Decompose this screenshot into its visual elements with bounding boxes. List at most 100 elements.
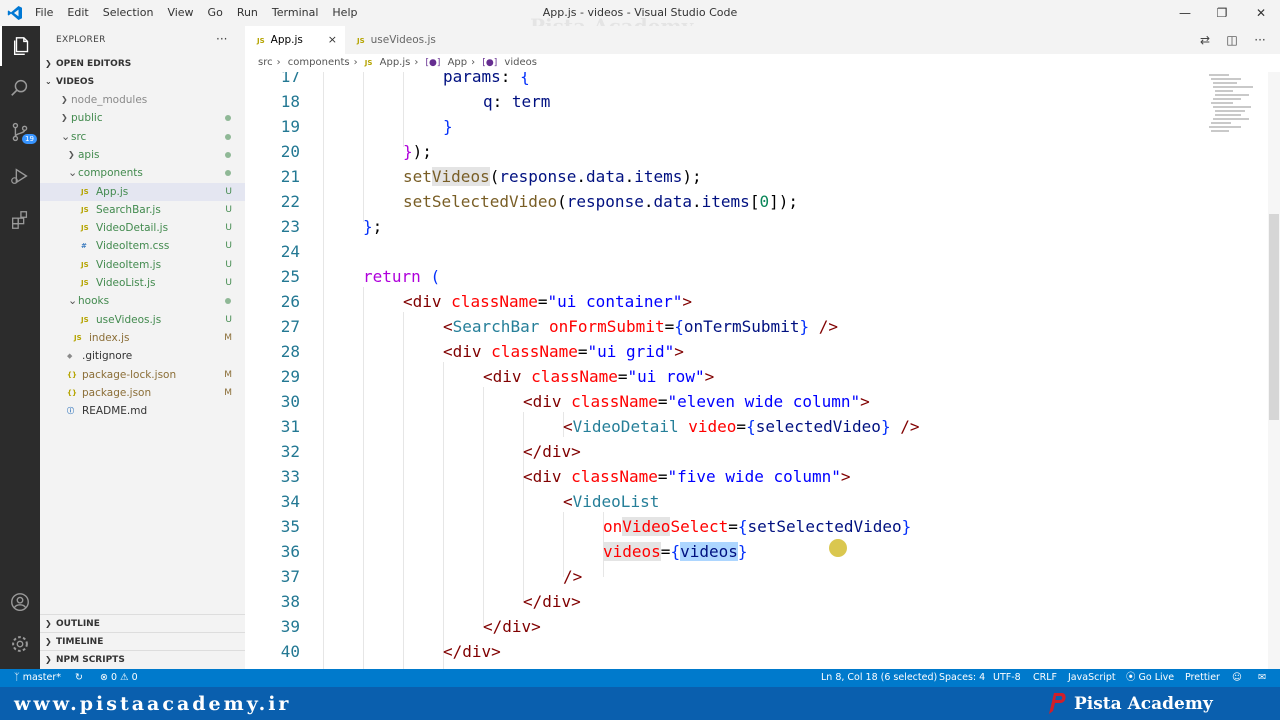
npm-scripts-section[interactable]: ❯ NPM SCRIPTS — [40, 650, 245, 669]
account-icon[interactable] — [0, 582, 40, 622]
line-number: 17 — [280, 72, 300, 86]
tree-item-label: VideoItem.css — [96, 240, 170, 253]
tree-item[interactable]: ⌄ src — [40, 128, 245, 146]
language-mode[interactable]: JavaScript — [1068, 669, 1116, 687]
breadcrumb-app-js[interactable]: App.js — [380, 57, 411, 68]
breadcrumb-src[interactable]: src — [258, 57, 273, 68]
line-number: 31 — [280, 417, 300, 436]
line-number: 35 — [280, 517, 300, 536]
code-line: <div className="ui grid"> — [443, 342, 684, 361]
explorer-icon[interactable] — [0, 26, 42, 66]
menu-terminal[interactable]: Terminal — [265, 0, 326, 26]
settings-gear-icon[interactable] — [0, 624, 40, 664]
code-line: }; — [363, 217, 383, 236]
tree-item[interactable]: JS SearchBar.js U — [40, 201, 245, 219]
breadcrumb-app[interactable]: App — [448, 57, 468, 68]
js-file-icon: JS — [81, 187, 89, 196]
git-status-badge: U — [225, 278, 232, 288]
tab-usevideos-js[interactable]: JS useVideos.js — [345, 26, 465, 54]
line-number: 40 — [280, 642, 300, 661]
code-line: /> — [563, 567, 583, 586]
tree-item-label: src — [71, 130, 87, 143]
menu-run[interactable]: Run — [230, 0, 265, 26]
split-editor-icon[interactable]: ◫ — [1220, 26, 1244, 54]
code-line: <div className="eleven wide column"> — [523, 392, 870, 411]
menu-view[interactable]: View — [160, 0, 200, 26]
open-editors-section[interactable]: ❯ OPEN EDITORS — [40, 55, 245, 73]
code-line: <div className="five wide column"> — [523, 467, 851, 486]
tree-item[interactable]: ❯ apis — [40, 146, 245, 164]
tab-label: useVideos.js — [370, 34, 436, 46]
encoding[interactable]: UTF-8 — [993, 669, 1021, 687]
prettier-item[interactable]: Prettier — [1185, 669, 1220, 687]
maximize-button[interactable]: ❐ — [1204, 0, 1240, 26]
close-window-button[interactable]: ✕ — [1243, 0, 1279, 26]
more-actions-icon[interactable]: ··· — [1248, 26, 1272, 54]
minimize-button[interactable]: — — [1167, 0, 1203, 26]
outline-section[interactable]: ❯ OUTLINE — [40, 614, 245, 633]
menu-edit[interactable]: Edit — [60, 0, 95, 26]
go-live-item[interactable]: ⦿ Go Live — [1126, 669, 1174, 687]
tree-item[interactable]: JS VideoList.js U — [40, 274, 245, 292]
run-debug-icon[interactable] — [0, 156, 40, 196]
indentation[interactable]: Spaces: 4 — [939, 669, 985, 687]
git-status-badge: M — [224, 369, 232, 380]
tree-item[interactable]: {} package.json M — [40, 384, 245, 402]
git-branch-icon: ᛉ — [14, 672, 23, 683]
tree-item[interactable]: JS VideoItem.js U — [40, 256, 245, 274]
menu-help[interactable]: Help — [325, 0, 364, 26]
code-editor[interactable]: 17 18 19 20 21 22 23 24 25 26 27 28 29 30 31 32 33 34 35 36… — [245, 72, 1280, 669]
minimap[interactable] — [1207, 72, 1267, 142]
tree-item[interactable]: ⓘ README.md — [40, 402, 245, 420]
tree-item[interactable]: {} package-lock.json M — [40, 366, 245, 384]
tree-item[interactable]: ⌄ components — [40, 164, 245, 182]
chevron-down-icon: ⌄ — [61, 129, 71, 143]
breadcrumb-components[interactable]: components — [288, 57, 350, 68]
breadcrumb: src › components › JS App.js › [●] App › [●]… — [245, 54, 1280, 72]
close-tab-icon[interactable]: × — [328, 26, 337, 54]
source-control-icon[interactable]: 19 — [0, 112, 40, 152]
more-actions-icon[interactable]: ··· — [216, 32, 227, 46]
line-number: 38 — [280, 592, 300, 611]
js-file-icon: JS — [81, 260, 89, 269]
vscode-logo-icon — [7, 6, 22, 20]
menu-go[interactable]: Go — [201, 0, 230, 26]
chevron-down-icon: ⌄ — [45, 77, 52, 86]
tree-item[interactable]: ⌄ hooks — [40, 292, 245, 310]
tree-item[interactable]: JS VideoDetail.js U — [40, 219, 245, 237]
tree-item-label: README.md — [82, 405, 148, 418]
menu-selection[interactable]: Selection — [96, 0, 161, 26]
tree-item[interactable]: JS App.js U — [40, 182, 245, 201]
tree-item[interactable]: ◆ .gitignore — [40, 347, 245, 365]
search-icon[interactable] — [0, 68, 40, 108]
line-number: 34 — [280, 492, 300, 511]
videos-root-section[interactable]: ⌄ VIDEOS — [40, 73, 245, 91]
line-number: 20 — [280, 142, 300, 161]
tree-item[interactable]: # VideoItem.css U — [40, 237, 245, 255]
notifications-bell-icon[interactable]: ✉ — [1258, 669, 1266, 687]
broadcast-icon: ⦿ — [1126, 672, 1139, 683]
tree-item[interactable]: ❯ node_modules — [40, 91, 245, 109]
title-bar: File Edit Selection View Go Run Terminal… — [0, 0, 1280, 38]
open-changes-icon[interactable]: ⇄ — [1193, 26, 1217, 54]
feedback-icon[interactable]: ☺ — [1232, 669, 1242, 687]
sync-icon[interactable]: ↻ — [75, 669, 83, 687]
tree-item[interactable]: ❯ public — [40, 109, 245, 127]
indent-guide — [363, 287, 364, 669]
extensions-icon[interactable] — [0, 200, 40, 240]
code-line: <VideoDetail video={selectedVideo} /> — [563, 417, 920, 436]
menu-file[interactable]: File — [28, 0, 60, 26]
breadcrumb-videos[interactable]: videos — [504, 57, 537, 68]
line-number: 29 — [280, 367, 300, 386]
end-of-line[interactable]: CRLF — [1033, 669, 1057, 687]
tab-app-js[interactable]: JS App.js × — [245, 26, 345, 54]
scrollbar-thumb[interactable] — [1269, 214, 1279, 420]
git-branch-item[interactable]: ᛉ master* — [14, 669, 61, 687]
tree-item[interactable]: JS useVideos.js U — [40, 311, 245, 329]
tree-item[interactable]: JS index.js M — [40, 329, 245, 347]
js-file-icon: JS — [81, 279, 89, 287]
timeline-section[interactable]: ❯ TIMELINE — [40, 632, 245, 651]
cursor-position[interactable]: Ln 8, Col 18 (6 selected) — [821, 669, 937, 687]
problems-item[interactable]: ⊗ 0 ⚠ 0 — [100, 669, 138, 687]
line-number: 24 — [280, 242, 300, 261]
